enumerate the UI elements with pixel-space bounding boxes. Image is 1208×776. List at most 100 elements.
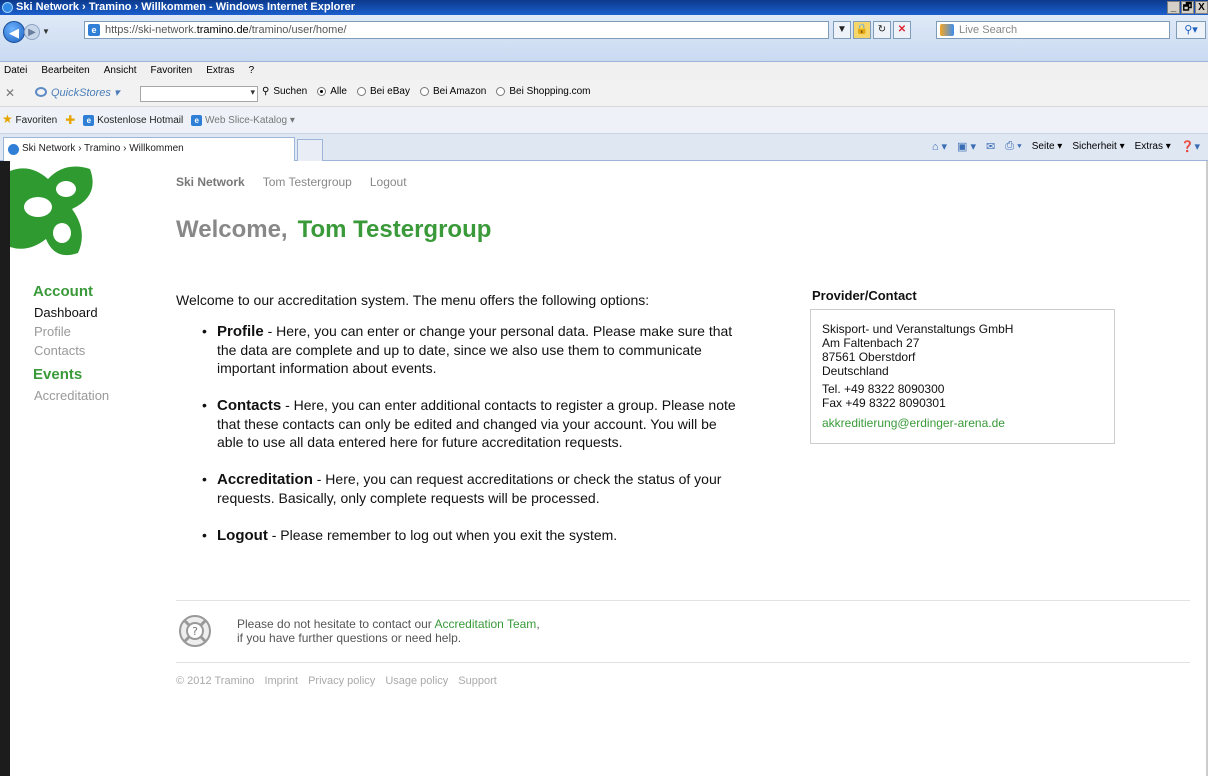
- intro-text: Welcome to our accreditation system. The…: [176, 292, 650, 308]
- footer-usage-link[interactable]: Usage policy: [385, 675, 448, 687]
- menu-file[interactable]: Datei: [2, 62, 29, 80]
- footer-imprint-link[interactable]: Imprint: [264, 675, 298, 687]
- option-title: Profile: [217, 323, 264, 340]
- quickstores-search: ⚲ Suchen Alle Bei eBay Bei Amazon Bei Sh…: [262, 86, 591, 97]
- menu-page[interactable]: Seite ▾: [1032, 141, 1063, 152]
- sidebar: Account Dashboard Profile Contacts Event…: [33, 283, 109, 405]
- nav-logout[interactable]: Logout: [370, 175, 407, 189]
- list-item: Logout - Please remember to log out when…: [202, 526, 742, 545]
- menu-extras[interactable]: Extras ▾: [1135, 141, 1171, 152]
- provider-fax: Fax +49 8322 8090301: [822, 396, 946, 410]
- tramino-logo-icon: [10, 166, 93, 256]
- favorite-webslice[interactable]: e Web Slice-Katalog ▾: [191, 107, 295, 134]
- new-tab-button[interactable]: [297, 139, 323, 161]
- footer-support-link[interactable]: Support: [458, 675, 497, 687]
- ie-page-icon: e: [83, 114, 95, 126]
- option-text: - Here, you can enter additional contact…: [217, 397, 736, 450]
- list-item: Contacts - Here, you can enter additiona…: [202, 396, 742, 451]
- quickstores-menu[interactable]: QuickStores ▾: [35, 86, 120, 99]
- provider-email-link[interactable]: akkreditierung@erdinger-arena.de: [822, 416, 1104, 430]
- option-title: Accreditation: [217, 471, 313, 488]
- provider-tel: Tel. +49 8322 8090300: [822, 382, 945, 396]
- menu-favorites[interactable]: Favoriten: [149, 62, 195, 80]
- tab-willkommen[interactable]: Ski Network › Tramino › Willkommen: [3, 137, 295, 161]
- ie-page-icon: e: [191, 114, 203, 126]
- back-button[interactable]: ◀: [3, 21, 25, 43]
- radio-ebay-label: Bei eBay: [369, 86, 410, 97]
- nav-brand[interactable]: Ski Network: [176, 175, 245, 189]
- quickstores-toolbar: ✕ QuickStores ▾ ⚲ Suchen Alle Bei eBay B…: [0, 80, 1208, 107]
- help-icon[interactable]: ❓▾: [1181, 140, 1200, 153]
- close-button[interactable]: X: [1195, 1, 1208, 14]
- quickstores-search-button[interactable]: Suchen: [273, 86, 307, 97]
- lifebuoy-help-icon: ?: [179, 615, 211, 647]
- favorites-button[interactable]: ★ Favoriten: [2, 106, 57, 134]
- home-icon[interactable]: ⌂ ▾: [932, 140, 947, 153]
- accreditation-team-link[interactable]: Accreditation Team: [434, 617, 536, 631]
- radio-all[interactable]: [317, 87, 327, 96]
- menu-security-label: Sicherheit: [1072, 141, 1117, 152]
- help-suffix: ,: [536, 617, 540, 631]
- live-search-input[interactable]: Live Search: [936, 21, 1170, 39]
- menu-edit[interactable]: Bearbeiten: [39, 62, 91, 80]
- menu-page-label: Seite: [1031, 141, 1055, 152]
- favorite-hotmail[interactable]: e Kostenlose Hotmail: [83, 107, 183, 134]
- menu-view[interactable]: Ansicht: [102, 62, 139, 80]
- footer-privacy-link[interactable]: Privacy policy: [308, 675, 375, 687]
- window-controls: _ 🗗 X: [1167, 1, 1208, 14]
- radio-ebay[interactable]: [356, 87, 366, 96]
- command-bar: ⌂ ▾ ▣ ▾ ✉ ⎙ ▾ Seite ▾ Sicherheit ▾ Extra…: [932, 140, 1200, 153]
- address-dropdown-button[interactable]: ▼: [833, 21, 851, 39]
- stop-button[interactable]: ✕: [893, 21, 911, 39]
- radio-amazon[interactable]: [419, 87, 429, 96]
- tab-label: Ski Network › Tramino › Willkommen: [22, 143, 184, 154]
- tab-page-icon: [8, 144, 19, 155]
- address-buttons: ▼ 🔒 ↻ ✕: [833, 21, 911, 39]
- search-button[interactable]: ⚲▾: [1176, 21, 1206, 39]
- radio-shopping[interactable]: [496, 87, 506, 96]
- radio-amazon-label: Bei Amazon: [432, 86, 487, 97]
- mail-icon[interactable]: ✉: [986, 140, 995, 153]
- ie-logo-icon: [2, 2, 13, 13]
- address-toolbar: ◀ ▶ ▼ e https://ski-network.tramino.de/t…: [0, 15, 1208, 62]
- restore-button[interactable]: 🗗: [1181, 1, 1194, 14]
- url-prefix: https://ski-network.: [105, 24, 197, 36]
- lock-icon[interactable]: 🔒: [853, 21, 871, 39]
- sidebar-item-profile[interactable]: Profile: [33, 322, 109, 341]
- star-icon: ★: [2, 112, 13, 126]
- radio-shopping-label: Bei Shopping.com: [509, 86, 591, 97]
- quickstores-input[interactable]: [140, 86, 258, 102]
- provider-contact-box: Skisport- und Veranstaltungs GmbH Am Fal…: [810, 309, 1115, 444]
- feeds-icon[interactable]: ▣ ▾: [957, 140, 976, 153]
- arrow-left-icon: ◀: [9, 25, 19, 40]
- menu-security[interactable]: Sicherheit ▾: [1072, 141, 1124, 152]
- favorites-bar: ★ Favoriten ✚ e Kostenlose Hotmail e Web…: [0, 107, 1208, 134]
- favorites-label: Favoriten: [15, 115, 58, 126]
- provider-company: Skisport- und Veranstaltungs GmbH: [822, 322, 1014, 336]
- window-title-bar: Ski Network › Tramino › Willkommen - Win…: [0, 0, 1208, 15]
- list-item: Profile - Here, you can enter or change …: [202, 322, 742, 377]
- forward-button[interactable]: ▶: [24, 24, 40, 40]
- refresh-button[interactable]: ↻: [873, 21, 891, 39]
- menu-help[interactable]: ?: [247, 62, 257, 80]
- live-search-placeholder: Live Search: [959, 24, 1018, 36]
- add-favorite-icon[interactable]: ✚: [65, 107, 75, 134]
- print-icon[interactable]: ⎙ ▾: [1005, 140, 1021, 153]
- search-icon[interactable]: ⚲: [262, 86, 269, 97]
- welcome-prefix: Welcome,: [176, 216, 288, 243]
- top-navigation: Ski Network Tom Testergroup Logout: [176, 175, 407, 189]
- sidebar-item-contacts[interactable]: Contacts: [33, 341, 109, 360]
- minimize-button[interactable]: _: [1167, 1, 1180, 14]
- window-title: Ski Network › Tramino › Willkommen - Win…: [16, 1, 356, 13]
- nav-user[interactable]: Tom Testergroup: [263, 175, 352, 189]
- sidebar-item-accreditation[interactable]: Accreditation: [33, 386, 109, 405]
- sidebar-item-dashboard[interactable]: Dashboard: [33, 303, 109, 322]
- sidebar-heading-account: Account: [33, 283, 93, 300]
- history-dropdown[interactable]: ▼: [42, 27, 50, 36]
- close-icon[interactable]: ✕: [5, 86, 15, 100]
- menu-tools[interactable]: Extras: [204, 62, 236, 80]
- provider-street: Am Faltenbach 27: [822, 336, 920, 350]
- menu-extras-label: Extras: [1134, 141, 1163, 152]
- sidebar-heading-events: Events: [33, 366, 83, 383]
- address-input[interactable]: e https://ski-network.tramino.de/tramino…: [84, 21, 829, 39]
